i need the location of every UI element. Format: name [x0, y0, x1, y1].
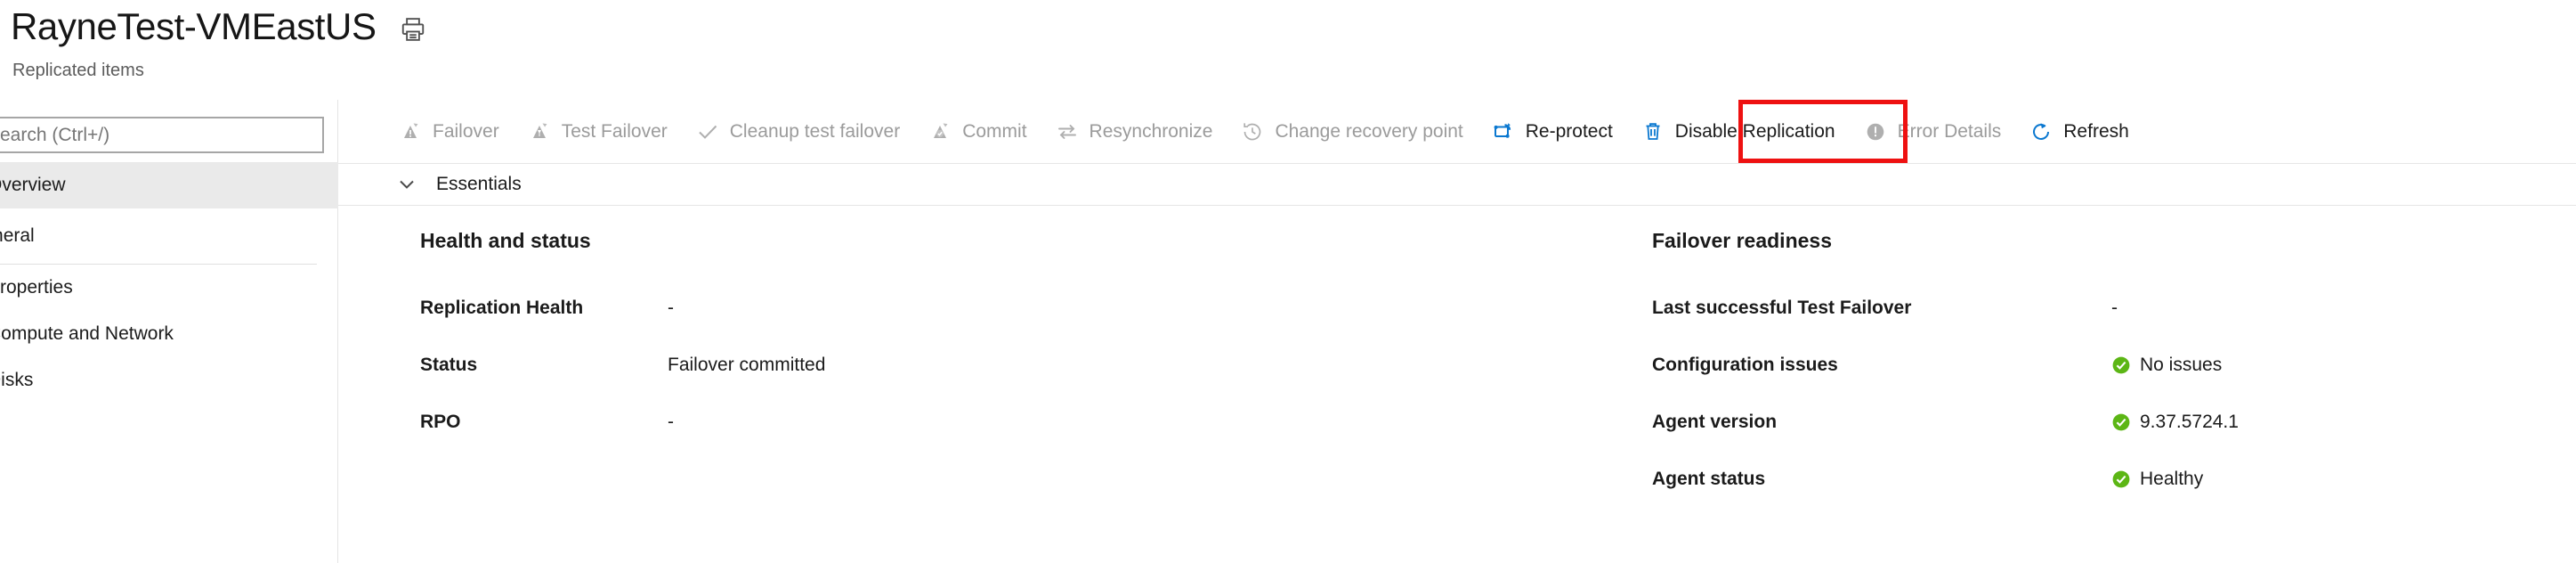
sidebar-item-overview[interactable]: Overview: [0, 162, 338, 208]
table-row: Replication Health -: [420, 290, 1478, 326]
command-label: Re-protect: [1525, 120, 1613, 142]
test-failover-icon: [528, 120, 551, 143]
command-label: Commit: [962, 120, 1027, 142]
essentials-panels: Health and status Replication Health - S…: [338, 206, 2576, 563]
command-label: Change recovery point: [1275, 120, 1463, 142]
command-label: Resynchronize: [1089, 120, 1213, 142]
sidebar-group-label: General: [0, 225, 35, 246]
configuration-issues-value: No issues: [2140, 355, 2223, 375]
page-title: RayneTest-VMEastUS: [11, 5, 377, 47]
last-successful-test-failover-value: -: [2111, 298, 2118, 318]
sidebar: « Overview General Properties Compute an…: [0, 100, 362, 563]
last-successful-test-failover-label: Last successful Test Failover: [1652, 298, 1912, 318]
command-label: Failover: [433, 120, 499, 142]
rpo-value: -: [668, 412, 674, 432]
title-row: RayneTest-VMEastUS: [11, 5, 426, 47]
commit-icon: [928, 120, 952, 143]
replication-health-value: -: [668, 298, 674, 318]
error-details-command[interactable]: Error Details: [1850, 107, 2016, 157]
command-label: Disable Replication: [1674, 120, 1835, 142]
failover-readiness-panel: Failover readiness Last successful Test …: [1478, 206, 2576, 563]
agent-version-label: Agent version: [1652, 412, 1778, 432]
panel-title: Health and status: [420, 229, 591, 252]
status-label: Status: [420, 355, 478, 375]
re-protect-icon: [1492, 120, 1515, 143]
configuration-issues-value-wrapper: No issues: [2111, 355, 2222, 376]
blade-header: RayneTest-VMEastUS Replicated items: [0, 0, 2576, 100]
re-protect-command[interactable]: Re-protect: [1478, 107, 1627, 157]
sidebar-item-label: Disks: [0, 370, 34, 390]
resynchronize-icon: [1056, 120, 1079, 143]
table-row: Last successful Test Failover -: [1652, 290, 2576, 326]
commit-command[interactable]: Commit: [914, 107, 1041, 157]
refresh-command[interactable]: Refresh: [2015, 107, 2143, 157]
sidebar-item-label: Overview: [0, 175, 66, 195]
sidebar-item-compute-and-network[interactable]: Compute and Network: [0, 311, 338, 357]
command-label: Test Failover: [561, 120, 668, 142]
success-check-icon: [2111, 469, 2131, 489]
clock-history-icon: [1241, 120, 1264, 143]
table-row: Status Failover committed: [420, 347, 1478, 383]
sidebar-nav-list: Overview General Properties Compute and …: [0, 162, 338, 404]
trash-icon: [1641, 120, 1665, 143]
replication-health-label: Replication Health: [420, 298, 584, 318]
refresh-icon: [2029, 120, 2053, 143]
failover-command[interactable]: Failover: [385, 107, 514, 157]
success-check-icon: [2111, 412, 2131, 432]
change-recovery-point-command[interactable]: Change recovery point: [1227, 107, 1477, 157]
sidebar-item-properties[interactable]: Properties: [0, 265, 338, 311]
disable-replication-command[interactable]: Disable Replication: [1627, 107, 1850, 157]
command-label: Cleanup test failover: [729, 120, 901, 142]
command-label: Error Details: [1897, 120, 2002, 142]
command-toolbar: Failover Test Failover Cleanup test fail…: [338, 100, 2576, 164]
print-icon[interactable]: [400, 11, 426, 43]
success-check-icon: [2111, 355, 2131, 375]
configuration-issues-label: Configuration issues: [1652, 355, 1838, 375]
azure-portal-blade: RayneTest-VMEastUS Replicated items « Ov…: [0, 0, 2576, 563]
search-field-wrapper: [0, 117, 324, 153]
essentials-label: Essentials: [436, 174, 522, 194]
panel-title: Failover readiness: [1652, 229, 1832, 252]
page-subtitle: Replicated items: [12, 61, 144, 80]
sidebar-item-label: Properties: [0, 277, 73, 298]
test-failover-command[interactable]: Test Failover: [514, 107, 682, 157]
status-value: Failover committed: [668, 355, 826, 375]
agent-status-value-wrapper: Healthy: [2111, 469, 2203, 490]
essentials-toggle[interactable]: Essentials: [338, 164, 2576, 206]
table-row: Agent status Healthy: [1652, 461, 2576, 497]
command-label: Refresh: [2063, 120, 2129, 142]
table-row: Configuration issues No issues: [1652, 347, 2576, 383]
health-and-status-panel: Health and status Replication Health - S…: [338, 206, 1478, 563]
agent-status-label: Agent status: [1652, 469, 1766, 489]
rpo-label: RPO: [420, 412, 461, 432]
table-row: Agent version 9.37.5724.1: [1652, 404, 2576, 440]
table-row: RPO -: [420, 404, 1478, 440]
checkmark-icon: [696, 120, 719, 143]
sidebar-item-disks[interactable]: Disks: [0, 357, 338, 404]
search-input[interactable]: [0, 117, 324, 153]
agent-version-value-wrapper: 9.37.5724.1: [2111, 412, 2239, 433]
cleanup-test-failover-command[interactable]: Cleanup test failover: [682, 107, 914, 157]
blade-content: Failover Test Failover Cleanup test fail…: [338, 100, 2576, 563]
failover-icon: [399, 120, 422, 143]
resynchronize-command[interactable]: Resynchronize: [1041, 107, 1227, 157]
sidebar-group-general: General: [0, 208, 338, 264]
agent-status-value: Healthy: [2140, 469, 2204, 489]
error-icon: [1864, 120, 1887, 143]
chevron-down-icon: [397, 175, 417, 194]
sidebar-item-label: Compute and Network: [0, 323, 174, 344]
agent-version-value: 9.37.5724.1: [2140, 412, 2239, 432]
